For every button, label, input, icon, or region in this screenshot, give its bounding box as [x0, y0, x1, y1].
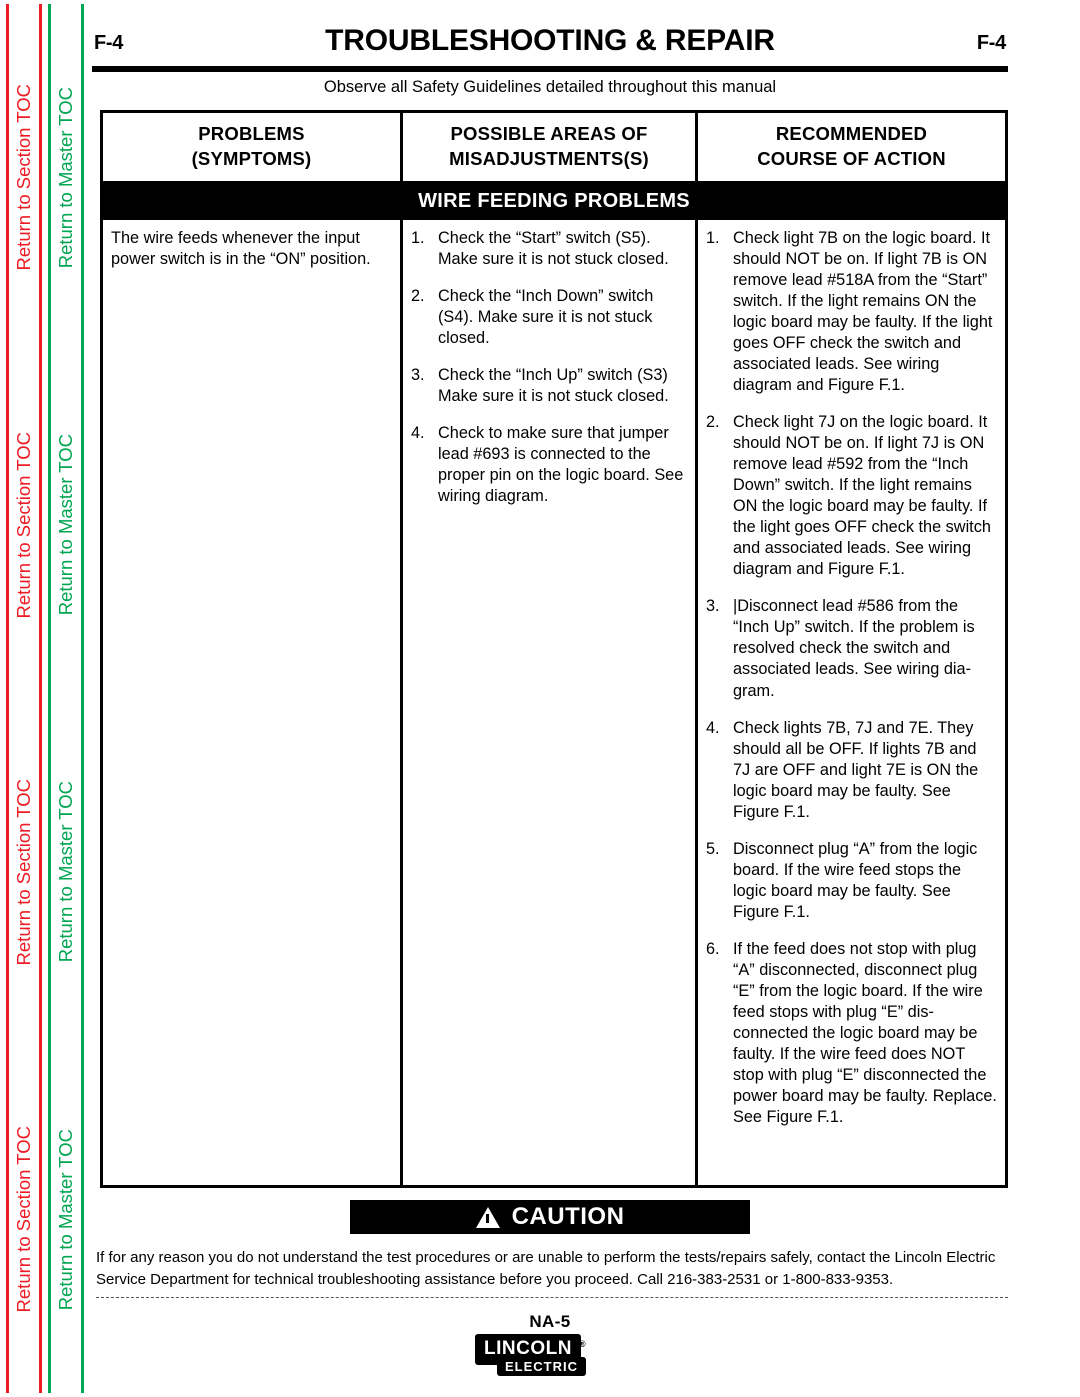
cell-problems-symptoms: The wire feeds whenever the input power …	[103, 220, 403, 1186]
master-toc-link[interactable]: Return to Master TOC	[55, 1129, 76, 1310]
cell-recommended-actions: 1. Check light 7B on the logic board. It …	[698, 220, 1005, 1185]
section-toc-link[interactable]: Return to Section TOC	[13, 432, 34, 618]
page-header: F-4 TROUBLESHOOTING & REPAIR F-4	[92, 24, 1008, 68]
recommended-action-item-number: 4.	[706, 718, 720, 737]
possible-area-item: 1. Check the “Start” switch (S5). Make su…	[411, 228, 688, 270]
safety-guidelines-note: Observe all Safety Guidelines detailed t…	[323, 78, 777, 96]
section-band-wire-feeding-problems: WIRE FEEDING PROBLEMS	[103, 184, 1005, 221]
symptom-text: The wire feeds whenever the input power …	[111, 229, 371, 269]
caution-label: CAUTION	[511, 1203, 625, 1230]
possible-area-item: 2. Check the “Inch Down” switch (S4). Mak…	[411, 286, 688, 349]
possible-area-item-number: 1.	[411, 229, 425, 248]
possible-area-item-text: Check the “Inch Up” switch (S3) Make sur…	[438, 366, 669, 406]
recommended-action-item: 2. Check light 7J on the logic board. It …	[706, 412, 998, 580]
recommended-action-item-text: Disconnect plug “A” from the logic board…	[733, 839, 978, 921]
table-header-row: PROBLEMS (SYMPTOMS) POSSIBLE AREAS OF MI…	[103, 113, 1005, 185]
recommended-action-item-text: Check light 7J on the logic board. It sh…	[733, 413, 991, 579]
column-header-problems: PROBLEMS (SYMPTOMS)	[103, 113, 403, 182]
column-header-recommended-line1: RECOMMENDED	[775, 123, 928, 144]
column-header-problems-line2: (SYMPTOMS)	[191, 147, 312, 169]
recommended-action-item-number: 3.	[706, 597, 720, 616]
page-body: F-4 TROUBLESHOOTING & REPAIR F-4 Observe…	[92, 0, 1080, 1397]
possible-area-item-text: Check the “Start” switch (S5). Make sure…	[438, 229, 669, 269]
section-toc-link[interactable]: Return to Section TOC	[13, 1126, 34, 1312]
recommended-action-item: 6. If the feed does not stop with plug “A…	[706, 939, 998, 1128]
recommended-action-item-text: Check light 7B on the logic board. It sh…	[733, 229, 993, 395]
possible-areas-list: 1. Check the “Start” switch (S5). Make su…	[411, 228, 688, 507]
registered-trademark-icon: ®	[579, 1339, 586, 1349]
section-toc-strip[interactable]: Return to Section TOC Return to Section T…	[6, 4, 42, 1393]
footer-dashed-divider	[96, 1297, 1008, 1298]
cell-possible-areas: 1. Check the “Start” switch (S5). Make su…	[403, 220, 698, 1186]
table-body-row: The wire feeds whenever the input power …	[103, 220, 1005, 1186]
troubleshooting-table: PROBLEMS (SYMPTOMS) POSSIBLE AREAS OF MI…	[100, 110, 1008, 1189]
possible-area-item-text: Check the “Inch Down” switch (S4). Make …	[438, 287, 654, 348]
master-toc-link[interactable]: Return to Master TOC	[55, 781, 76, 962]
column-header-possible-areas-line2: MISADJUSTMENTS(S)	[449, 147, 649, 169]
recommended-action-item: 1. Check light 7B on the logic board. It …	[706, 228, 998, 396]
logo-electric-wordmark: ELECTRIC	[497, 1357, 586, 1376]
master-toc-strip[interactable]: Return to Master TOC Return to Master TOC…	[48, 4, 84, 1393]
section-toc-link[interactable]: Return to Section TOC	[13, 779, 34, 965]
column-header-possible-areas: POSSIBLE AREAS OF MISADJUSTMENTS(S)	[403, 113, 698, 182]
caution-banner: CAUTION	[350, 1200, 750, 1234]
recommended-action-item-number: 6.	[706, 939, 720, 958]
column-header-recommended: RECOMMENDED COURSE OF ACTION	[698, 113, 1005, 181]
warning-triangle-icon	[475, 1206, 500, 1228]
recommended-action-item: 4. Check lights 7B, 7J and 7E. They shoul…	[706, 718, 998, 823]
master-toc-link[interactable]: Return to Master TOC	[55, 87, 76, 268]
recommended-action-item-number: 1.	[706, 229, 720, 248]
recommended-action-item-text: Check lights 7B, 7J and 7E. They should …	[733, 718, 979, 821]
section-toc-link[interactable]: Return to Section TOC	[13, 84, 34, 270]
recommended-action-item-text: |Disconnect lead #586 from the “Inch Up”…	[733, 597, 975, 700]
page-title: TROUBLESHOOTING & REPAIR	[325, 24, 775, 57]
possible-area-item-number: 4.	[411, 424, 425, 443]
recommended-action-item: 3. |Disconnect lead #586 from the “Inch U…	[706, 596, 998, 701]
possible-area-item-number: 3.	[411, 366, 425, 385]
recommended-action-item-text: If the feed does not stop with plug “A” …	[733, 939, 997, 1126]
footer-block: NA-5 LINCOLN ® ELECTRIC	[92, 1312, 1008, 1383]
possible-area-item: 3. Check the “Inch Up” switch (S3) Make s…	[411, 365, 688, 407]
possible-area-item: 4. Check to make sure that jumper lead #6…	[411, 423, 688, 507]
recommended-action-item-number: 5.	[706, 839, 720, 858]
possible-area-item-text: Check to make sure that jumper lead #693…	[438, 424, 684, 506]
lincoln-electric-logo: LINCOLN ® ELECTRIC	[475, 1334, 625, 1378]
column-header-possible-areas-line1: POSSIBLE AREAS OF	[450, 123, 648, 144]
recommended-action-item-number: 2.	[706, 413, 720, 432]
page-number-right: F-4	[976, 32, 1006, 54]
master-toc-link[interactable]: Return to Master TOC	[55, 434, 76, 615]
possible-area-item-number: 2.	[411, 287, 425, 306]
column-header-recommended-line2: COURSE OF ACTION	[757, 147, 946, 169]
header-divider-rule	[92, 66, 1008, 72]
caution-body-text: If for any reason you do not understand …	[96, 1249, 996, 1288]
toc-sidebar: Return to Section TOC Return to Section T…	[0, 0, 92, 1397]
column-header-problems-line1: PROBLEMS	[198, 123, 305, 144]
recommended-actions-list: 1. Check light 7B on the logic board. It …	[706, 228, 998, 1128]
recommended-action-item: 5. Disconnect plug “A” from the logic boa…	[706, 839, 998, 923]
footer-model-number: NA-5	[529, 1312, 571, 1331]
